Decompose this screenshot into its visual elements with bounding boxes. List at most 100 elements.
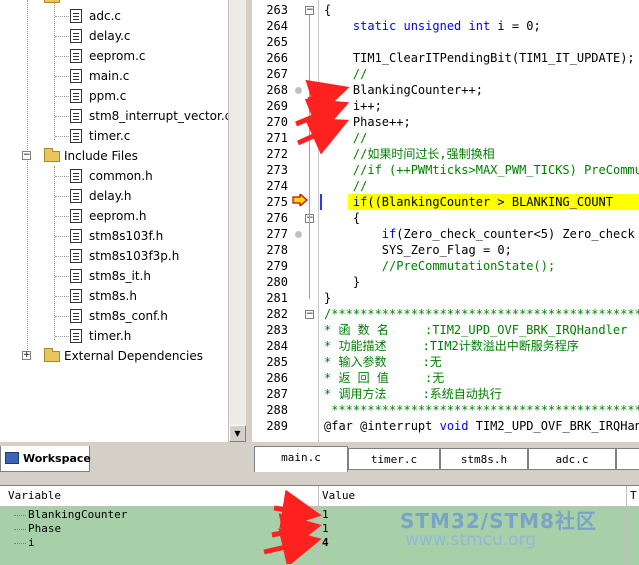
- code-token: //: [324, 67, 367, 81]
- tree-file-label: stm8s_it.h: [89, 266, 151, 286]
- tree-file-label: delay.c: [89, 26, 131, 46]
- code-token: * 返 回 值 :无: [324, 371, 444, 385]
- code-token: Phase++;: [324, 115, 411, 129]
- code-line[interactable]: }: [324, 274, 360, 290]
- expand-icon[interactable]: +: [22, 351, 31, 360]
- watch-row[interactable]: i4: [0, 536, 639, 550]
- collapse-icon[interactable]: −: [22, 151, 31, 160]
- tree-connector: [14, 543, 26, 544]
- file-icon: [70, 189, 82, 203]
- line-number: 274: [252, 178, 288, 194]
- code-line[interactable]: i++;: [324, 98, 382, 114]
- code-line[interactable]: TIM1_ClearITPendingBit(TIM1_IT_UPDATE);: [324, 50, 635, 66]
- line-number: 288: [252, 402, 288, 418]
- editor-tab[interactable]: timer.c: [348, 448, 440, 470]
- tree-scrollbar[interactable]: ▼: [228, 0, 246, 442]
- editor-gutter[interactable]: 2632642652662672682692702712722732742752…: [252, 0, 319, 442]
- editor-tab[interactable]: adc.c: [528, 448, 616, 470]
- line-number: 281: [252, 290, 288, 306]
- code-token: }: [324, 275, 360, 289]
- file-icon: [70, 29, 82, 43]
- tree-file-label: main.c: [89, 66, 129, 86]
- code-line[interactable]: //如果时间过长,强制换相: [324, 146, 495, 162]
- code-line[interactable]: if((BlankingCounter > BLANKING_COUNT: [324, 194, 613, 210]
- scroll-down-icon[interactable]: ▼: [229, 425, 246, 442]
- watch-variable-name: Phase: [28, 522, 61, 536]
- value-column-header[interactable]: Value: [322, 489, 355, 502]
- code-token: }: [324, 291, 331, 305]
- code-token: i = 0;: [490, 19, 541, 33]
- code-line[interactable]: static unsigned int i = 0;: [324, 18, 541, 34]
- code-token: TIM2_UPD_OVF_BRK_IRQHandler: [469, 419, 639, 433]
- tree-connector: [55, 196, 69, 197]
- fold-collapse-icon[interactable]: −: [305, 6, 314, 15]
- line-number: 286: [252, 370, 288, 386]
- breakpoint-marker-icon[interactable]: [295, 87, 302, 94]
- workspace-tab[interactable]: Workspace: [0, 446, 90, 472]
- code-token: * 输入参数 :无: [324, 355, 442, 369]
- file-icon: [70, 209, 82, 223]
- tree-connector: [55, 316, 69, 317]
- editor-tab[interactable]: stm8s.h: [440, 448, 528, 470]
- code-line[interactable]: }: [324, 290, 331, 306]
- code-token: {: [324, 3, 331, 17]
- code-line[interactable]: * 函 数 名 :TIM2_UPD_OVF_BRK_IRQHandler: [324, 322, 627, 338]
- code-line[interactable]: //: [324, 66, 367, 82]
- code-line[interactable]: //if (++PWMticks>MAX_PWM_TICKS) PreCommu…: [324, 162, 639, 178]
- tree-file-label: delay.h: [89, 186, 132, 206]
- current-line-marker: [320, 194, 322, 210]
- line-number: 279: [252, 258, 288, 274]
- tree-file-label: eeprom.h: [89, 206, 147, 226]
- code-editor[interactable]: 2632642652662672682692702712722732742752…: [252, 0, 639, 442]
- code-line[interactable]: Phase++;: [324, 114, 411, 130]
- code-line[interactable]: //PreCommutationState();: [324, 258, 555, 274]
- watch-variable-value[interactable]: 1: [322, 508, 329, 522]
- code-line[interactable]: if(Zero_check_counter<5) Zero_check: [324, 226, 635, 242]
- editor-tab[interactable]: main.c: [254, 446, 348, 472]
- code-token: (Zero_check_counter<5) Zero_check: [396, 227, 634, 241]
- tree-connector: [55, 56, 69, 57]
- workspace-tab-label: Workspace: [23, 452, 91, 465]
- code-token: BlankingCounter++;: [324, 83, 483, 97]
- type-column-header[interactable]: T: [630, 489, 637, 502]
- code-token: [324, 19, 353, 33]
- watch-variable-value[interactable]: 4: [322, 536, 329, 550]
- project-tree[interactable]: adc.cdelay.ceeprom.cmain.cppm.cstm8_inte…: [0, 0, 229, 442]
- breakpoint-marker-icon[interactable]: [295, 231, 302, 238]
- tree-connector: [55, 76, 69, 77]
- code-line[interactable]: @far @interrupt void TIM2_UPD_OVF_BRK_IR…: [324, 418, 639, 434]
- code-line[interactable]: {: [324, 210, 360, 226]
- code-line[interactable]: //: [324, 178, 367, 194]
- code-token: [324, 195, 353, 209]
- code-line[interactable]: {: [324, 2, 331, 18]
- code-line[interactable]: BlankingCounter++;: [324, 82, 483, 98]
- editor-tab-bar: main.ctimer.cstm8s.hadc.c: [252, 446, 639, 474]
- code-token: if: [382, 227, 396, 241]
- tree-file-label: stm8s103f.h: [89, 226, 163, 246]
- tree-file-label: eeprom.c: [89, 46, 146, 66]
- watch-variable-value[interactable]: 1: [322, 522, 329, 536]
- variable-column-header[interactable]: Variable: [8, 489, 61, 502]
- file-icon: [70, 289, 82, 303]
- code-line[interactable]: //: [324, 130, 367, 146]
- watch-header: Variable Value T: [0, 486, 639, 507]
- tree-connector: [55, 296, 69, 297]
- code-line[interactable]: SYS_Zero_Flag = 0;: [324, 242, 512, 258]
- file-icon: [70, 9, 82, 23]
- watch-empty-row[interactable]: [0, 550, 639, 564]
- code-token: static unsigned int: [353, 19, 490, 33]
- code-line[interactable]: ****************************************…: [324, 402, 639, 418]
- fold-collapse-icon[interactable]: −: [305, 310, 314, 319]
- code-line[interactable]: /***************************************…: [324, 306, 639, 322]
- tree-file-label: common.h: [89, 166, 153, 186]
- tree-connector: [14, 515, 26, 516]
- code-line[interactable]: * 返 回 值 :无: [324, 370, 444, 386]
- editor-tab[interactable]: [616, 448, 639, 470]
- tree-connector: [55, 176, 69, 177]
- file-icon: [70, 169, 82, 183]
- code-token: @far @interrupt: [324, 419, 440, 433]
- code-line[interactable]: * 功能描述 :TIM2计数溢出中断服务程序: [324, 338, 579, 354]
- code-line[interactable]: * 输入参数 :无: [324, 354, 442, 370]
- code-line[interactable]: * 调用方法 :系统自动执行: [324, 386, 502, 402]
- tree-connector: [55, 36, 69, 37]
